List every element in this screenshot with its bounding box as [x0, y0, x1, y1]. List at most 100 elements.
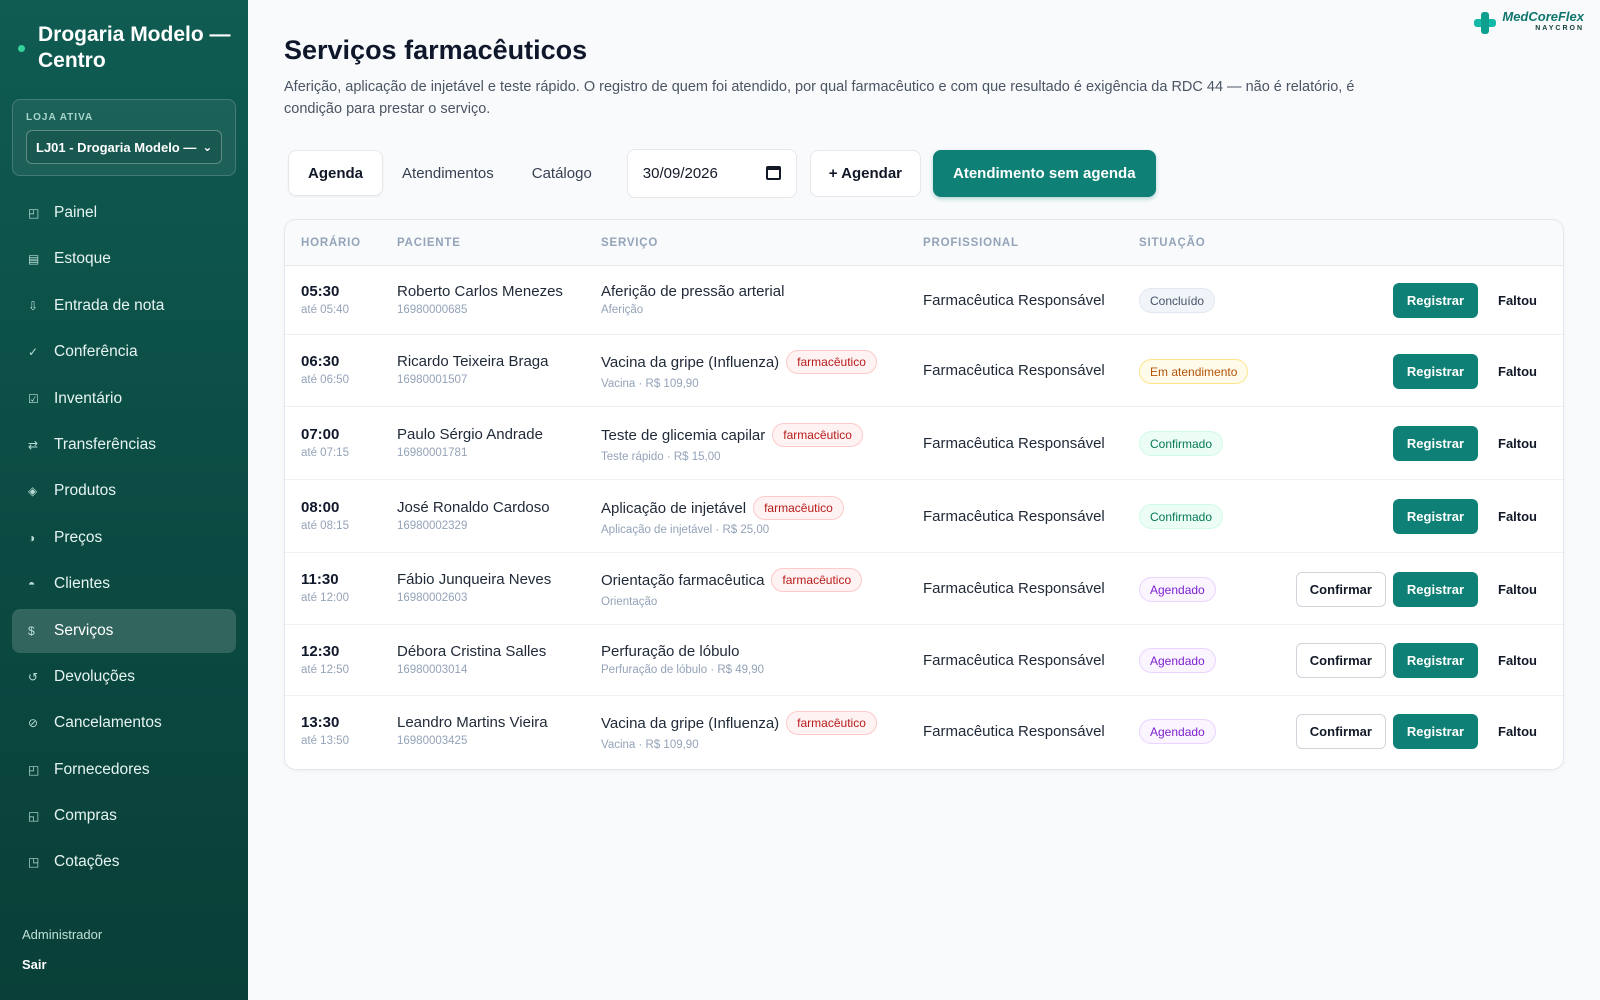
appointment-end-time: até 12:50 [301, 664, 349, 676]
service-detail: Vacina · R$ 109,90 [601, 739, 699, 751]
service-cell: Aferição de pressão arterial Aferição [601, 283, 784, 316]
confirm-button[interactable]: Confirmar [1295, 572, 1386, 607]
confirm-button[interactable]: Confirmar [1295, 714, 1386, 749]
register-button[interactable]: Registrar [1392, 714, 1478, 749]
patient-phone: 16980001507 [397, 374, 468, 386]
service-name: Aferição de pressão arterial [601, 283, 785, 300]
register-button[interactable]: Registrar [1392, 572, 1478, 607]
service-line: Perfuração de lóbulo [601, 643, 764, 660]
sidebar-item-cotacoes[interactable]: ◳ Cotações [12, 840, 236, 884]
schedule-button[interactable]: + Agendar [809, 149, 922, 197]
no-show-button[interactable]: Faltou [1478, 426, 1553, 461]
toolbar: Agenda Atendimentos Catálogo 30/09/2026 + … [284, 148, 1156, 198]
register-button[interactable]: Registrar [1392, 283, 1478, 318]
user-name: Administrador [22, 927, 103, 942]
checkbox-icon: ☑ [28, 391, 39, 406]
register-button[interactable]: Registrar [1392, 643, 1478, 678]
cross-logo-icon [1472, 10, 1498, 36]
table-row: 08:00 até 08:15 José Ronaldo Cardoso 169800… [285, 480, 1563, 553]
sidebar-item-clientes[interactable]: ◓ Clientes [12, 562, 236, 606]
professional-cell: Farmacêutica Responsável [923, 508, 1105, 525]
tab-atendimentos[interactable]: Atendimentos [383, 150, 513, 196]
sidebar-item-entrada-de-nota[interactable]: ⇩ Entrada de nota [12, 284, 236, 328]
tab-catalogo[interactable]: Catálogo [513, 150, 611, 196]
logo-sub-text: NAYCRON [1535, 25, 1584, 32]
quote-icon: ◳ [28, 855, 40, 870]
sidebar-item-label: Entrada de nota [54, 296, 165, 314]
sidebar-item-label: Compras [54, 807, 117, 825]
service-detail: Orientação [601, 596, 658, 608]
sidebar-item-transferencias[interactable]: ⇄ Transferências [12, 423, 236, 467]
pharmacist-tag: farmacêutico [786, 350, 877, 374]
register-button[interactable]: Registrar [1392, 499, 1478, 534]
register-button[interactable]: Registrar [1392, 354, 1478, 389]
no-show-button[interactable]: Faltou [1478, 283, 1553, 318]
appointments-table: HORÁRIO PACIENTE SERVIÇO PROFISSIONAL SITUAÇ… [284, 219, 1564, 770]
appointment-time: 07:00 [301, 426, 340, 443]
column-header: PACIENTE [397, 237, 461, 249]
main-content: MedCoreFlex NAYCRON Serviços farmacêutic… [248, 0, 1600, 1000]
sidebar-item-fornecedores[interactable]: ◰ Fornecedores [12, 748, 236, 792]
confirm-button[interactable]: Confirmar [1295, 643, 1386, 678]
no-show-button[interactable]: Faltou [1478, 643, 1553, 678]
service-name: Perfuração de lóbulo [601, 643, 740, 660]
patient-phone: 16980002329 [397, 520, 468, 532]
time-cell: 07:00 até 07:15 [301, 426, 349, 459]
service-name: Teste de glicemia capilar [601, 426, 766, 444]
appointment-time: 06:30 [301, 353, 340, 370]
user-block: Administrador Sair [22, 927, 102, 972]
sidebar-item-label: Inventário [54, 389, 123, 407]
pharmacist-tag: farmacêutico [771, 568, 863, 592]
patient-name: Paulo Sérgio Andrade [397, 426, 543, 443]
pharmacist-tag: farmacêutico [753, 496, 844, 520]
sidebar-item-compras[interactable]: ◱ Compras [12, 794, 236, 838]
status-cell: Agendado [1139, 648, 1216, 673]
status-badge: Em atendimento [1139, 359, 1249, 384]
appointment-time: 05:30 [301, 283, 340, 300]
date-input[interactable]: 30/09/2026 [626, 148, 797, 198]
table-row: 05:30 até 05:40 Roberto Carlos Menezes 1698… [285, 266, 1563, 335]
no-show-button[interactable]: Faltou [1478, 572, 1553, 607]
no-show-button[interactable]: Faltou [1478, 354, 1553, 389]
walkin-service-button[interactable]: Atendimento sem agenda [933, 149, 1156, 197]
sidebar-item-label: Conferência [54, 343, 138, 361]
supplier-icon: ◰ [28, 762, 40, 777]
appointment-time: 12:30 [301, 643, 340, 660]
sidebar-item-devolucoes[interactable]: ↺ Devoluções [12, 655, 236, 699]
no-show-button[interactable]: Faltou [1478, 714, 1553, 749]
sidebar-item-label: Cotações [54, 853, 120, 871]
tab-agenda[interactable]: Agenda [288, 150, 384, 196]
status-cell: Concluído [1139, 288, 1216, 313]
appointment-end-time: até 08:15 [301, 520, 349, 532]
sidebar-item-painel[interactable]: ◰ Painel [12, 191, 236, 235]
sidebar-item-servicos[interactable]: $ Serviços [12, 608, 236, 653]
sidebar-item-estoque[interactable]: ▤ Estoque [12, 237, 236, 281]
register-button[interactable]: Registrar [1392, 426, 1478, 461]
sidebar-item-precos[interactable]: ◑ Preços [12, 516, 236, 560]
no-show-button[interactable]: Faltou [1478, 499, 1553, 534]
store-select[interactable]: LJ01 - Drogaria Modelo — ⌄ [26, 130, 222, 164]
appointment-time: 13:30 [301, 714, 340, 731]
check-icon: ✓ [28, 345, 39, 360]
view-tabs: Agenda Atendimentos Catálogo [284, 150, 611, 196]
calendar-icon[interactable] [765, 166, 781, 180]
sidebar-item-produtos[interactable]: ◈ Produtos [12, 469, 236, 513]
sidebar-item-label: Preços [54, 528, 103, 546]
sidebar: Drogaria Modelo — Centro LOJA ATIVA LJ01… [0, 0, 248, 1000]
status-badge: Confirmado [1139, 431, 1224, 456]
row-actions: Confirmar Registrar Faltou [1295, 572, 1553, 607]
sidebar-item-cancelamentos[interactable]: ⊘ Cancelamentos [12, 701, 236, 745]
sidebar-item-conferencia[interactable]: ✓ Conferência [12, 330, 236, 374]
appointment-end-time: até 07:15 [301, 447, 349, 459]
status-badge: Confirmado [1139, 504, 1224, 529]
patient-phone: 16980001781 [397, 447, 468, 459]
service-detail: Vacina · R$ 109,90 [601, 378, 699, 390]
column-header: SITUAÇÃO [1139, 237, 1206, 249]
logout-link[interactable]: Sair [22, 957, 102, 972]
sidebar-item-inventario[interactable]: ☑ Inventário [12, 377, 236, 421]
pharmacist-tag: farmacêutico [786, 711, 877, 735]
patient-cell: Ricardo Teixeira Braga 16980001507 [397, 353, 548, 386]
sidebar-item-label: Produtos [54, 482, 117, 500]
patient-cell: Débora Cristina Salles 16980003014 [397, 643, 546, 676]
status-badge: Concluído [1139, 288, 1216, 313]
